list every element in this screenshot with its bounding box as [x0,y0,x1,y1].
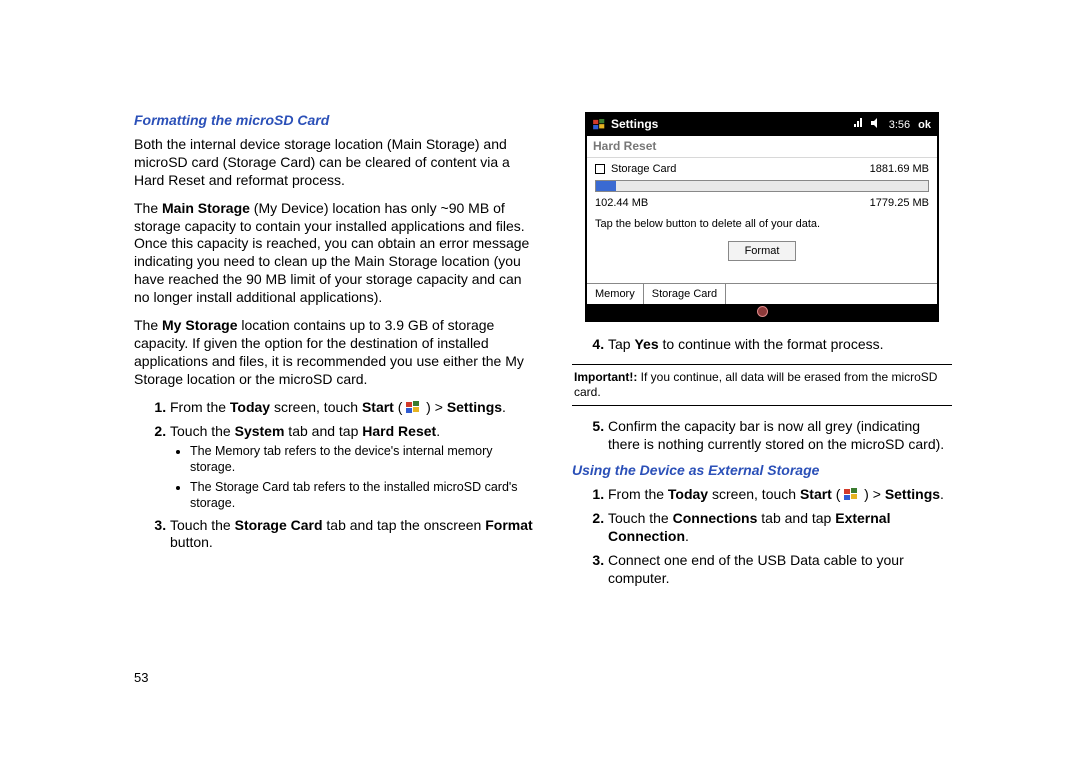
heading-format: Formatting the microSD Card [134,112,534,130]
text: From the [170,399,230,415]
bullet-storage-card-tab: The Storage Card tab refers to the insta… [190,479,534,511]
device-bottom-bar [587,304,937,320]
text: . [685,528,689,544]
ok-button[interactable]: ok [918,118,931,132]
format-button[interactable]: Format [728,241,797,261]
device-storage-row: Storage Card 1881.69 MB [595,162,929,176]
text: . [502,399,506,415]
bold-format: Format [485,517,532,533]
bold-start: Start [800,486,832,502]
steps-list-format: From the Today screen, touch Start ( ) >… [134,399,534,553]
paragraph-main-storage: The Main Storage (My Device) location ha… [134,200,534,307]
text: Tap [608,336,634,352]
steps-list-right: Tap Yes to continue with the format proc… [572,336,952,354]
step-1: From the Today screen, touch Start ( ) >… [170,399,534,417]
text: tab and tap [284,423,362,439]
text: Touch the [170,423,235,439]
steps-list-right-2: Confirm the capacity bar is now all grey… [572,418,952,454]
step-3: Touch the Storage Card tab and tap the o… [170,517,534,553]
bold-settings: Settings [885,486,940,502]
storage-card-label: Storage Card [611,162,864,176]
bold-storage-card: Storage Card [235,517,323,533]
step-2: Touch the System tab and tap Hard Reset.… [170,423,534,511]
important-note: Important!: If you continue, all data wi… [572,364,952,407]
text: From the [608,486,668,502]
paragraph-my-storage: The My Storage location contains up to 3… [134,317,534,389]
important-label: Important!: [574,370,637,384]
bold-hard-reset: Hard Reset [362,423,436,439]
step-4: Tap Yes to continue with the format proc… [608,336,952,354]
text: ( [832,486,844,502]
step-2-bullets: The Memory tab refers to the device's in… [170,443,534,511]
text: screen, touch [708,486,800,502]
bold-connections: Connections [673,510,758,526]
ext-step-1: From the Today screen, touch Start ( ) >… [608,486,952,504]
text: tab and tap the onscreen [323,517,486,533]
windows-start-icon [844,488,860,502]
free-mb: 1779.25 MB [870,196,929,210]
bold-my-storage: My Storage [162,317,237,333]
text: . [940,486,944,502]
text: Touch the [608,510,673,526]
bold-start: Start [362,399,394,415]
tab-memory[interactable]: Memory [587,284,644,304]
bold-yes: Yes [634,336,658,352]
windows-start-icon[interactable] [593,119,607,131]
used-mb: 102.44 MB [595,196,648,210]
heading-external-storage: Using the Device as External Storage [572,462,952,480]
bold-settings: Settings [447,399,502,415]
device-status-area: 3:56 ok [853,118,931,132]
text: ( [394,399,406,415]
device-usage-row: 102.44 MB 1779.25 MB [595,196,929,210]
bold-today: Today [230,399,270,415]
device-screenshot: Settings 3:56 ok Hard Reset Storage Card… [585,112,939,322]
ext-step-2: Touch the Connections tab and tap Extern… [608,510,952,546]
text: tab and tap [757,510,835,526]
bullet-memory-tab: The Memory tab refers to the device's in… [190,443,534,475]
paragraph-intro: Both the internal device storage locatio… [134,136,534,190]
left-column: Formatting the microSD Card Both the int… [134,112,534,771]
text: screen, touch [270,399,362,415]
device-content: Storage Card 1881.69 MB 102.44 MB 1779.2… [587,158,937,282]
page-number: 53 [134,670,148,685]
clock-time: 3:56 [889,118,910,132]
text: The [134,200,162,216]
text: . [436,423,440,439]
device-title-left: Settings [593,117,847,132]
close-circle-icon[interactable] [757,306,768,317]
device-message: Tap the below button to delete all of yo… [595,217,929,231]
capacity-bar-fill [596,181,616,191]
ext-step-3: Connect one end of the USB Data cable to… [608,552,952,588]
windows-start-icon [406,401,422,415]
text: ) > [422,399,447,415]
bold-system: System [235,423,285,439]
bold-today: Today [668,486,708,502]
device-tabs: Memory Storage Card [587,283,937,304]
capacity-bar [595,180,929,192]
volume-icon [871,118,881,132]
device-format-row: Format [595,241,929,261]
signal-icon [853,118,863,132]
text: ) > [860,486,885,502]
step-5: Confirm the capacity bar is now all grey… [608,418,952,454]
text: button. [170,534,213,550]
text: to continue with the format process. [659,336,884,352]
tab-storage-card[interactable]: Storage Card [644,284,726,304]
bold-main-storage: Main Storage [162,200,250,216]
device-title: Settings [611,117,658,132]
checkbox-icon [595,164,605,174]
text: Touch the [170,517,235,533]
text: The [134,317,162,333]
total-mb: 1881.69 MB [870,162,929,176]
device-titlebar: Settings 3:56 ok [587,114,937,136]
device-subtitle: Hard Reset [587,136,937,158]
right-column: Settings 3:56 ok Hard Reset Storage Card… [572,112,952,771]
steps-list-external: From the Today screen, touch Start ( ) >… [572,486,952,588]
